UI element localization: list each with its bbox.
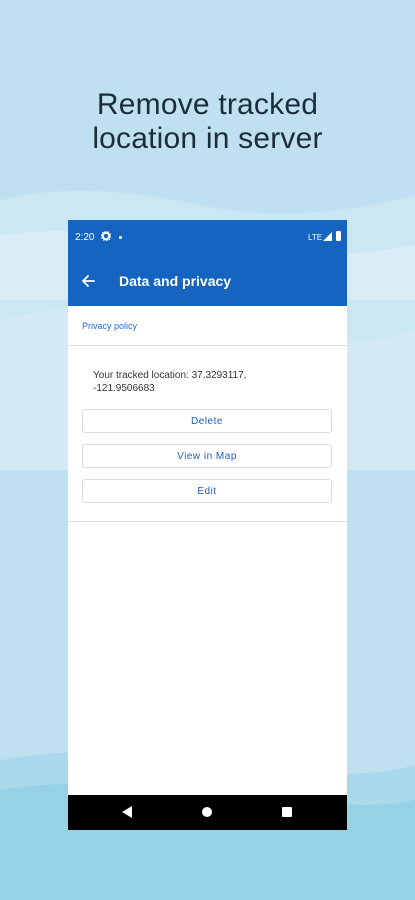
signal-icon (323, 232, 332, 241)
app-bar: Data and privacy (68, 256, 347, 306)
divider (68, 345, 347, 346)
edit-button[interactable]: Edit (82, 479, 332, 503)
divider (68, 521, 347, 522)
tracked-location-line-2: -121.9506683 (93, 383, 155, 394)
battery-icon (336, 231, 341, 241)
status-bar: 2:20 LTE (68, 220, 347, 256)
network-label: LTE (308, 233, 323, 242)
headline-line-1: Remove tracked (96, 88, 319, 121)
gear-icon (101, 231, 111, 241)
nav-home-icon[interactable] (202, 807, 212, 817)
tracked-location-text: Your tracked location: 37.3293117, -121.… (93, 369, 323, 395)
status-time: 2:20 (75, 232, 95, 243)
navigation-bar (68, 795, 347, 830)
arrow-left-icon[interactable] (80, 273, 96, 289)
page-title: Data and privacy (119, 273, 232, 289)
nav-recents-icon[interactable] (282, 807, 292, 817)
privacy-policy-link[interactable]: Privacy policy (82, 321, 137, 331)
notification-dot-icon (119, 236, 122, 239)
phone-screen: 2:20 LTE Data and privacy Privacy policy… (68, 220, 347, 830)
headline: Remove tracked location in server (0, 88, 415, 156)
nav-back-icon[interactable] (122, 806, 132, 818)
delete-button[interactable]: Delete (82, 409, 332, 433)
tracked-location-line-1: Your tracked location: 37.3293117, (93, 370, 247, 381)
headline-line-2: location in server (92, 122, 323, 155)
view-in-map-button[interactable]: View in Map (82, 444, 332, 468)
